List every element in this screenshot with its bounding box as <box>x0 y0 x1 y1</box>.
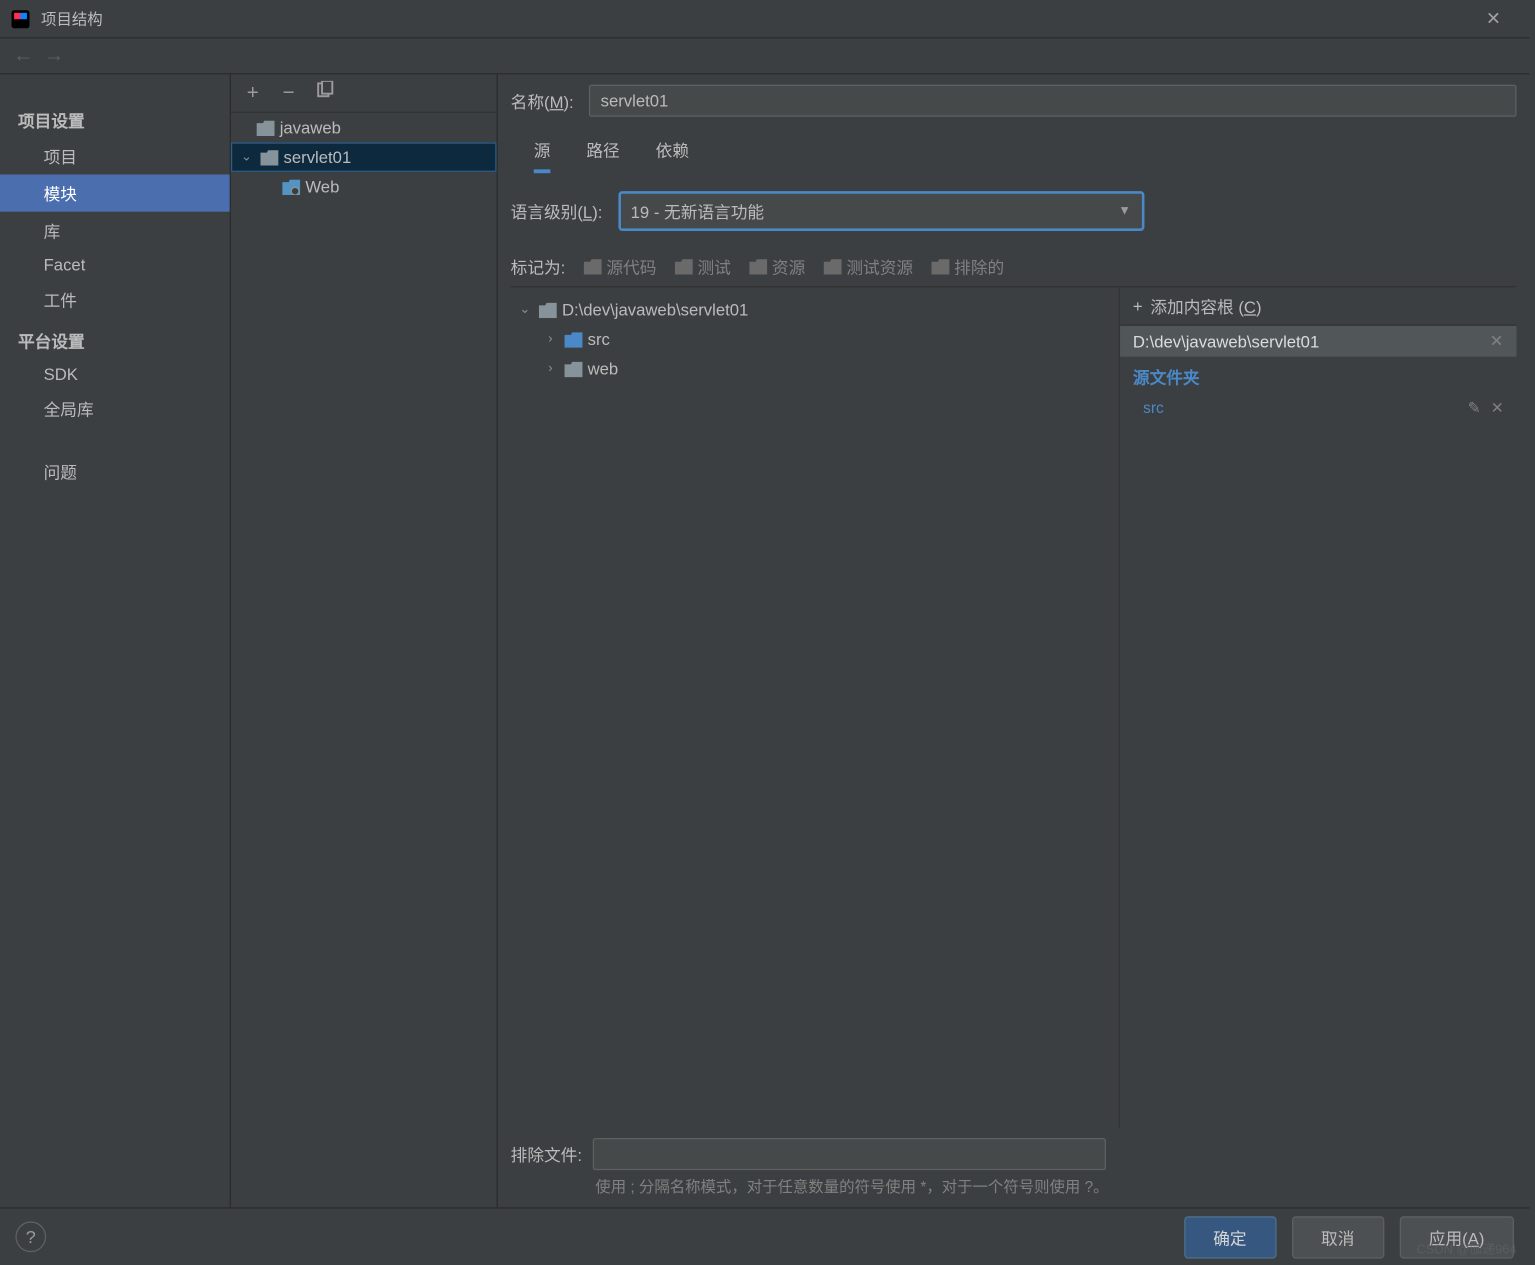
section-header-platform: 平台设置 <box>0 323 230 358</box>
forward-icon[interactable]: → <box>44 44 65 67</box>
sidebar-item-modules[interactable]: 模块 <box>0 174 230 211</box>
name-label: 名称(M): <box>511 89 574 113</box>
sidebar-item-sdk[interactable]: SDK <box>0 358 230 390</box>
folder-label: src <box>588 330 610 349</box>
remove-icon[interactable]: − <box>277 81 300 104</box>
section-header-project: 项目设置 <box>0 103 230 138</box>
sidebar-item-problems[interactable]: 问题 <box>0 453 230 490</box>
titlebar: 项目结构 ✕ <box>0 0 1529 38</box>
mark-as-label: 标记为: <box>511 254 566 278</box>
app-icon <box>10 8 31 29</box>
chevron-right-icon[interactable]: › <box>541 362 559 376</box>
sidebar-item-libraries[interactable]: 库 <box>0 212 230 249</box>
folder-icon <box>565 332 583 347</box>
folder-icon <box>260 149 278 164</box>
folder-label: web <box>588 359 619 378</box>
mark-sources[interactable]: 源代码 <box>583 254 656 278</box>
tabs: 源 路径 依赖 <box>511 137 1517 173</box>
sidebar-item-global-libs[interactable]: 全局库 <box>0 390 230 427</box>
source-folder-row[interactable]: src ✎ ✕ <box>1120 396 1516 419</box>
sidebar-item-project[interactable]: 项目 <box>0 137 230 174</box>
chevron-down-icon[interactable]: ⌄ <box>237 150 255 164</box>
exclude-hint: 使用 ; 分隔名称模式，对于任意数量的符号使用 *，对于一个符号则使用 ?。 <box>511 1170 1114 1197</box>
content-root-tree-item[interactable]: ⌄ D:\dev\javaweb\servlet01 <box>511 295 1119 325</box>
remove-icon[interactable]: ✕ <box>1491 399 1504 417</box>
folder-tree-item[interactable]: › web <box>511 354 1119 384</box>
chevron-down-icon: ▼ <box>1118 204 1131 218</box>
sidebar-item-artifacts[interactable]: 工件 <box>0 281 230 318</box>
cancel-button[interactable]: 取消 <box>1291 1216 1383 1258</box>
mark-tests[interactable]: 测试 <box>674 254 730 278</box>
close-icon[interactable]: ✕ <box>1468 0 1519 38</box>
module-label: servlet01 <box>284 148 352 167</box>
language-level-select[interactable]: 19 - 无新语言功能 ▼ <box>618 191 1144 231</box>
mark-test-resources[interactable]: 测试资源 <box>823 254 913 278</box>
mark-resources[interactable]: 资源 <box>749 254 805 278</box>
ok-button[interactable]: 确定 <box>1184 1216 1276 1258</box>
folder-icon <box>257 120 275 135</box>
tab-sources[interactable]: 源 <box>534 137 551 173</box>
module-tree-item[interactable]: Web <box>231 172 497 202</box>
tab-dependencies[interactable]: 依赖 <box>656 137 689 173</box>
add-content-root[interactable]: + 添加内容根 (C) <box>1120 287 1516 325</box>
module-tree-item[interactable]: javaweb <box>231 113 497 143</box>
module-tree-item[interactable]: ⌄ servlet01 <box>231 142 497 172</box>
content-root-path: D:\dev\javaweb\servlet01 <box>562 300 748 319</box>
folder-icon <box>539 302 557 317</box>
chevron-right-icon[interactable]: › <box>541 332 559 346</box>
remove-icon[interactable]: ✕ <box>1490 331 1504 352</box>
chevron-down-icon[interactable]: ⌄ <box>516 303 534 317</box>
help-icon[interactable]: ? <box>15 1221 46 1252</box>
plus-icon: + <box>1133 296 1143 315</box>
bottom-bar: ? 确定 取消 应用(A) <box>0 1207 1529 1265</box>
back-icon[interactable]: ← <box>13 44 34 67</box>
tab-paths[interactable]: 路径 <box>586 137 619 173</box>
select-value: 19 - 无新语言功能 <box>631 199 764 223</box>
add-icon[interactable]: + <box>241 81 264 104</box>
copy-icon[interactable] <box>313 81 336 105</box>
module-details: 名称(M): 源 路径 依赖 语言级别(L): 19 - 无新语言功能 ▼ 标 <box>498 74 1530 1207</box>
sidebar-item-facet[interactable]: Facet <box>0 249 230 281</box>
folder-icon <box>565 361 583 376</box>
exclude-files-label: 排除文件: <box>511 1142 582 1166</box>
content-root-row[interactable]: D:\dev\javaweb\servlet01 ✕ <box>1120 326 1516 357</box>
window-title: 项目结构 <box>41 8 103 30</box>
module-label: javaweb <box>280 118 341 137</box>
web-icon <box>282 179 300 194</box>
modules-panel: + − javaweb ⌄ servlet01 Web <box>231 74 498 1207</box>
exclude-files-input[interactable] <box>592 1138 1105 1170</box>
navbar: ← → <box>0 38 1529 74</box>
content-root-label: D:\dev\javaweb\servlet01 <box>1133 332 1319 351</box>
module-name-input[interactable] <box>589 85 1516 117</box>
source-folders-header: 源文件夹 <box>1120 357 1516 397</box>
watermark: CSDN @伽递964 <box>1416 1238 1516 1257</box>
edit-icon[interactable]: ✎ <box>1468 399 1481 417</box>
settings-sidebar: 项目设置 项目 模块 库 Facet 工件 平台设置 SDK 全局库 问题 <box>0 74 231 1207</box>
folder-tree-item[interactable]: › src <box>511 325 1119 355</box>
mark-excluded[interactable]: 排除的 <box>931 254 1004 278</box>
language-level-label: 语言级别(L): <box>511 199 603 223</box>
module-label: Web <box>305 177 339 196</box>
source-folder-name: src <box>1143 399 1164 417</box>
